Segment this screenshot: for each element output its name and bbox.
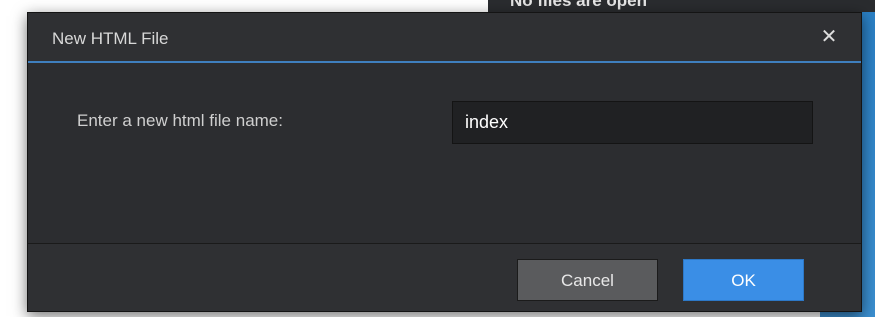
filename-prompt-label: Enter a new html file name: — [77, 111, 283, 130]
close-icon[interactable]: ✕ — [819, 27, 839, 47]
dialog-footer: Cancel OK — [28, 243, 861, 311]
no-files-open-message: No files are open — [510, 0, 647, 10]
dialog-titlebar: New HTML File ✕ — [28, 13, 861, 63]
cancel-button[interactable]: Cancel — [517, 259, 658, 301]
background-editor-area: No files are open — [488, 0, 875, 12]
dialog-body: Enter a new html file name: — [28, 63, 861, 243]
dialog-title: New HTML File — [52, 29, 169, 48]
new-html-file-dialog: New HTML File ✕ Enter a new html file na… — [27, 12, 862, 312]
ok-button[interactable]: OK — [683, 259, 804, 301]
filename-input[interactable] — [452, 101, 813, 144]
